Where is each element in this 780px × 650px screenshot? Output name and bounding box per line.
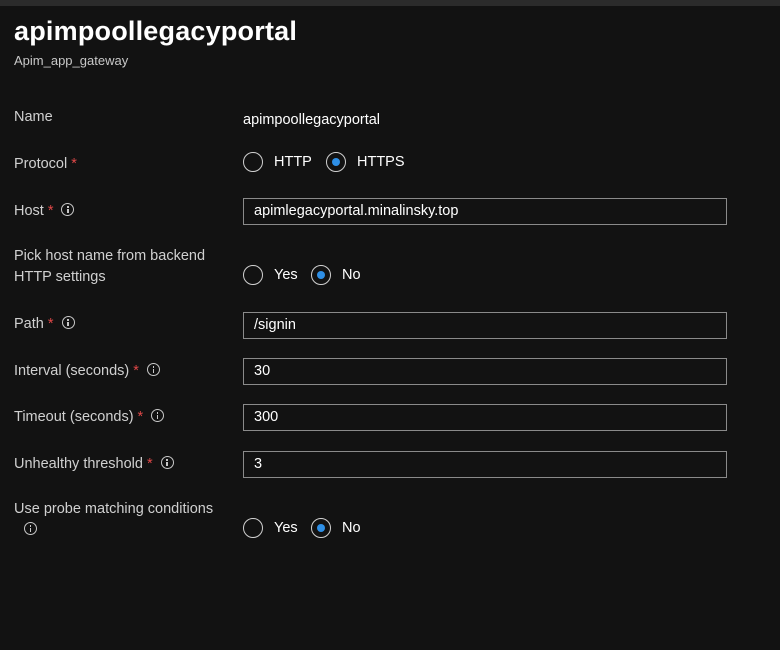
- radio-label: No: [342, 520, 361, 536]
- radio-circle[interactable]: [243, 518, 263, 538]
- radio-label: No: [342, 267, 361, 283]
- pick-host-label-line2: HTTP settings: [14, 269, 106, 285]
- unhealthy-threshold-input[interactable]: 3: [243, 451, 727, 478]
- protocol-radio-http[interactable]: HTTP: [243, 150, 312, 174]
- name-value: apimpoollegacyportal: [243, 112, 381, 128]
- page-title: apimpoollegacyportal: [14, 16, 298, 46]
- name-label-text: Name: [14, 109, 53, 125]
- radio-circle[interactable]: [243, 152, 263, 172]
- pick-host-radio-no[interactable]: No: [311, 263, 361, 287]
- host-label-text: Host: [14, 203, 44, 219]
- info-icon[interactable]: [61, 203, 75, 216]
- radio-label: HTTP: [274, 154, 312, 170]
- protocol-label-text: Protocol: [14, 156, 68, 172]
- interval-input[interactable]: 30: [243, 358, 727, 385]
- radio-label: HTTPS: [357, 154, 405, 170]
- probe-matching-info-wrap: [14, 520, 213, 541]
- info-icon[interactable]: [24, 522, 37, 535]
- radio-label: Yes: [274, 520, 298, 536]
- probe-settings-panel: apimpoollegacyportal Apim_app_gateway Na…: [0, 6, 780, 650]
- info-icon[interactable]: [146, 363, 160, 376]
- path-label-text: Path: [14, 316, 44, 332]
- required-asterisk: *: [146, 456, 153, 472]
- pick-host-radio-yes[interactable]: Yes: [243, 263, 298, 287]
- pick-host-label-line1: Pick host name from backend: [14, 248, 206, 264]
- probe-matching-label-text: Use probe matching conditions: [14, 501, 214, 517]
- host-label: Host *: [14, 201, 75, 222]
- protocol-label: Protocol *: [14, 154, 77, 175]
- name-label: Name: [14, 107, 53, 128]
- radio-circle-selected[interactable]: [311, 518, 331, 538]
- radio-circle-selected[interactable]: [311, 265, 331, 285]
- path-label: Path *: [14, 314, 75, 335]
- unhealthy-threshold-label: Unhealthy threshold *: [14, 454, 174, 475]
- unhealthy-threshold-label-text: Unhealthy threshold: [14, 456, 143, 472]
- pick-host-label: Pick host name from backend HTTP setting…: [14, 246, 205, 288]
- timeout-label-text: Timeout (seconds): [14, 409, 134, 425]
- interval-label-text: Interval (seconds): [14, 363, 130, 379]
- info-icon[interactable]: [151, 409, 165, 422]
- probe-matching-label: Use probe matching conditions: [14, 499, 213, 541]
- radio-circle[interactable]: [243, 265, 263, 285]
- required-asterisk: *: [133, 363, 139, 379]
- required-asterisk: *: [47, 203, 54, 219]
- required-asterisk: *: [47, 316, 54, 332]
- timeout-input[interactable]: 300: [243, 404, 727, 431]
- host-input[interactable]: apimlegacyportal.minalinsky.top: [243, 198, 727, 225]
- info-icon[interactable]: [160, 456, 174, 469]
- page-subtitle: Apim_app_gateway: [14, 53, 129, 68]
- info-icon[interactable]: [61, 316, 75, 329]
- probe-matching-radio-no[interactable]: No: [311, 516, 361, 540]
- radio-label: Yes: [274, 267, 298, 283]
- probe-matching-radio-yes[interactable]: Yes: [243, 516, 298, 540]
- protocol-radio-https[interactable]: HTTPS: [326, 150, 405, 174]
- timeout-label: Timeout (seconds) *: [14, 407, 165, 428]
- path-input[interactable]: /signin: [243, 312, 727, 339]
- radio-circle-selected[interactable]: [326, 152, 346, 172]
- required-asterisk: *: [137, 409, 144, 425]
- interval-label: Interval (seconds) *: [14, 361, 160, 382]
- required-asterisk: *: [71, 156, 77, 172]
